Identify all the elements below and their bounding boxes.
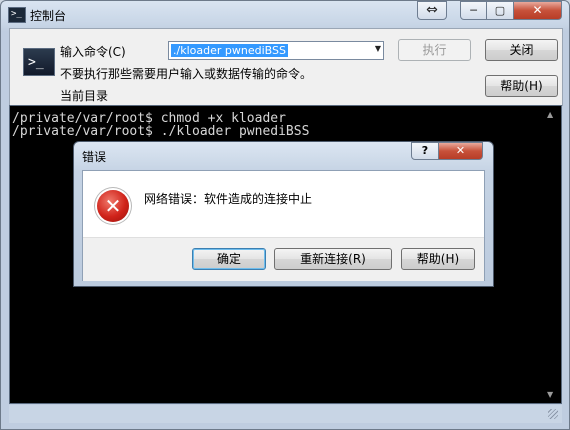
- dialog-title: 错误: [82, 150, 107, 164]
- dialog-button-bar: 确定 重新连接(R) 帮助(H): [83, 237, 484, 281]
- console-app-icon: >_: [8, 7, 26, 23]
- command-panel: >_ 输入命令(C) ./kloader pwnediBSS ▼ 不要执行那些需…: [9, 28, 563, 106]
- command-hint: 不要执行那些需要用户输入或数据传输的命令。: [60, 67, 313, 81]
- execute-button[interactable]: 执行: [398, 39, 471, 61]
- close-button[interactable]: 关闭: [485, 39, 558, 61]
- ok-button[interactable]: 确定: [192, 248, 266, 270]
- help-button[interactable]: 帮助(H): [485, 75, 558, 97]
- terminal-icon: >_: [23, 48, 55, 76]
- status-bar: [9, 405, 562, 423]
- title-bar[interactable]: >_ 控制台 ⇔ ─ ▢ ✕: [1, 1, 569, 27]
- command-value[interactable]: ./kloader pwnediBSS: [171, 44, 288, 57]
- error-dialog: 错误 ? ✕ ✕ 网络错误：软件造成的连接中止 确定 重新连接(R) 帮助(H): [73, 141, 494, 287]
- maximize-button[interactable]: ▢: [487, 1, 514, 20]
- chevron-down-icon[interactable]: ▼: [375, 44, 381, 53]
- dialog-help-button[interactable]: ?: [411, 142, 439, 160]
- window-title: 控制台: [30, 9, 67, 23]
- terminal-scrollbar[interactable]: ▲ ▼: [544, 106, 561, 403]
- error-message: 网络错误：软件造成的连接中止: [144, 192, 313, 206]
- dialog-help-text-button[interactable]: 帮助(H): [401, 248, 475, 270]
- error-icon: ✕: [97, 190, 129, 222]
- minimize-button[interactable]: ─: [460, 1, 487, 20]
- scroll-down-icon[interactable]: ▼: [547, 390, 553, 399]
- swap-arrows-icon[interactable]: ⇔: [417, 1, 447, 20]
- current-directory-label: 当前目录: [60, 89, 109, 103]
- command-combobox[interactable]: ./kloader pwnediBSS ▼: [168, 41, 384, 60]
- reconnect-button[interactable]: 重新连接(R): [274, 248, 392, 270]
- close-window-button[interactable]: ✕: [514, 1, 562, 20]
- dialog-close-button[interactable]: ✕: [439, 142, 483, 160]
- command-label: 输入命令(C): [60, 45, 126, 59]
- dialog-body: ✕ 网络错误：软件造成的连接中止 确定 重新连接(R) 帮助(H): [82, 170, 485, 281]
- terminal-line: /private/var/root$ ./kloader pwnediBSS: [12, 124, 310, 139]
- scroll-up-icon[interactable]: ▲: [547, 110, 553, 119]
- resize-grip[interactable]: [548, 409, 558, 419]
